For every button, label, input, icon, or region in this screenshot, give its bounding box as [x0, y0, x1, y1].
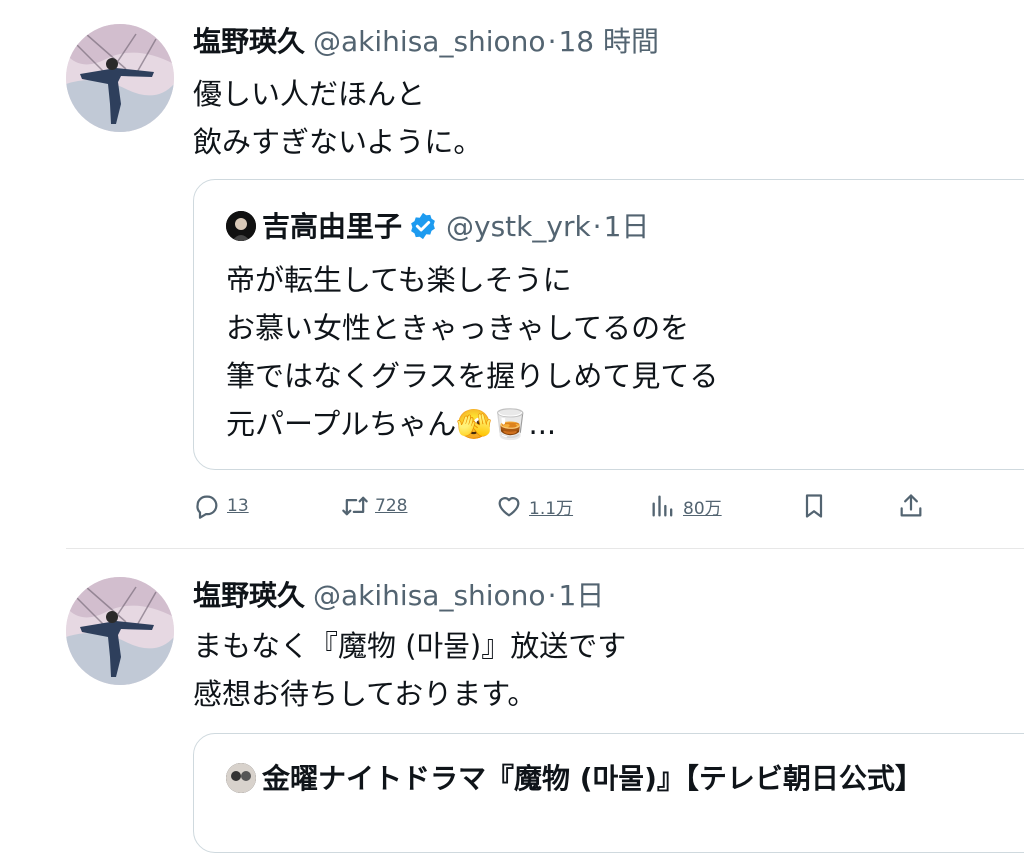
quoted-text-line: 筆ではなくグラスを握りしめて見てる [226, 359, 719, 393]
author-avatar[interactable] [66, 24, 174, 132]
quoted-text-line: 元パープルちゃん🫣🥃... [226, 407, 557, 441]
speech-bubble-icon [193, 492, 221, 520]
quoted-tweet[interactable]: 吉高由里子 @ystk_yrk·1日 帝が転生しても楽しそうに お慕い女性ときゃ… [193, 179, 1024, 470]
quoted-text-line: お慕い女性ときゃっきゃしてるのを [226, 311, 690, 345]
quoted-tweet-text: 帝が転生しても楽しそうに お慕い女性ときゃっきゃしてるのを 筆ではなくグラスを握… [226, 256, 718, 448]
author-name[interactable]: 塩野瑛久 [193, 25, 305, 58]
views-count[interactable]: 80万 [683, 494, 722, 519]
bookmark-icon [800, 492, 828, 520]
tweet-1[interactable]: 塩野瑛久 @akihisa_shiono·18 時間 優しい人だほんと 飲みすぎな… [0, 0, 1024, 548]
repost-button[interactable]: 728 [341, 486, 407, 526]
author-handle[interactable]: @akihisa_shiono [313, 579, 546, 612]
reply-count[interactable]: 13 [227, 496, 249, 516]
tweet-text-line: 感想お待ちしております。 [193, 677, 537, 711]
author-avatar[interactable] [66, 577, 174, 685]
tweet-text-line: 飲みすぎないように。 [193, 125, 483, 159]
views-button[interactable]: 80万 [649, 486, 722, 526]
verified-badge-icon [408, 211, 438, 241]
tweet-header: 塩野瑛久 @akihisa_shiono·18 時間 [193, 22, 659, 62]
share-button[interactable] [897, 486, 925, 526]
separator-dot: · [592, 210, 602, 243]
quoted-author-avatar [226, 211, 256, 241]
repost-arrows-icon [341, 492, 369, 520]
quoted-tweet[interactable]: 金曜ナイトドラマ『魔物 (마물)』【テレビ朝日公式】 [193, 733, 1024, 853]
quoted-author-handle: @ystk_yrk [446, 210, 591, 243]
tweet-text: まもなく『魔物 (마물)』放送です 感想お待ちしております。 [193, 622, 626, 718]
quoted-tweet-header: 金曜ナイトドラマ『魔物 (마물)』【テレビ朝日公式】 [226, 758, 923, 800]
separator-dot: · [547, 579, 557, 612]
separator-dot: · [547, 25, 557, 58]
quoted-author-avatar [226, 763, 256, 793]
quoted-text-line: 帝が転生しても楽しそうに [226, 263, 572, 297]
heart-icon [495, 492, 523, 520]
tweet-text-line: まもなく『魔物 (마물)』放送です [193, 629, 627, 663]
tweet-text: 優しい人だほんと 飲みすぎないように。 [193, 70, 482, 166]
bookmark-button[interactable] [800, 486, 828, 526]
quoted-post-time: 1日 [603, 210, 650, 243]
reply-button[interactable]: 13 [193, 486, 249, 526]
tweet-header: 塩野瑛久 @akihisa_shiono·1日 [193, 576, 604, 616]
post-time[interactable]: 1日 [558, 579, 604, 612]
author-name[interactable]: 塩野瑛久 [193, 579, 305, 612]
tweet-actions: 13 728 1.1万 80万 [193, 486, 953, 526]
post-time[interactable]: 18 時間 [558, 25, 659, 58]
author-handle[interactable]: @akihisa_shiono [313, 25, 546, 58]
share-upload-icon [897, 492, 925, 520]
like-button[interactable]: 1.1万 [495, 486, 573, 526]
tweet-text-line: 優しい人だほんと [193, 77, 426, 111]
quoted-author-name: 金曜ナイトドラマ『魔物 (마물)』【テレビ朝日公式】 [262, 762, 923, 795]
repost-count[interactable]: 728 [375, 496, 407, 516]
like-count[interactable]: 1.1万 [529, 494, 573, 519]
quoted-author-name: 吉高由里子 [262, 210, 403, 243]
bar-chart-icon [649, 492, 677, 520]
quoted-tweet-header: 吉高由里子 @ystk_yrk·1日 [226, 206, 649, 248]
tweet-2[interactable]: 塩野瑛久 @akihisa_shiono·1日 まもなく『魔物 (마물)』放送です… [0, 549, 1024, 853]
